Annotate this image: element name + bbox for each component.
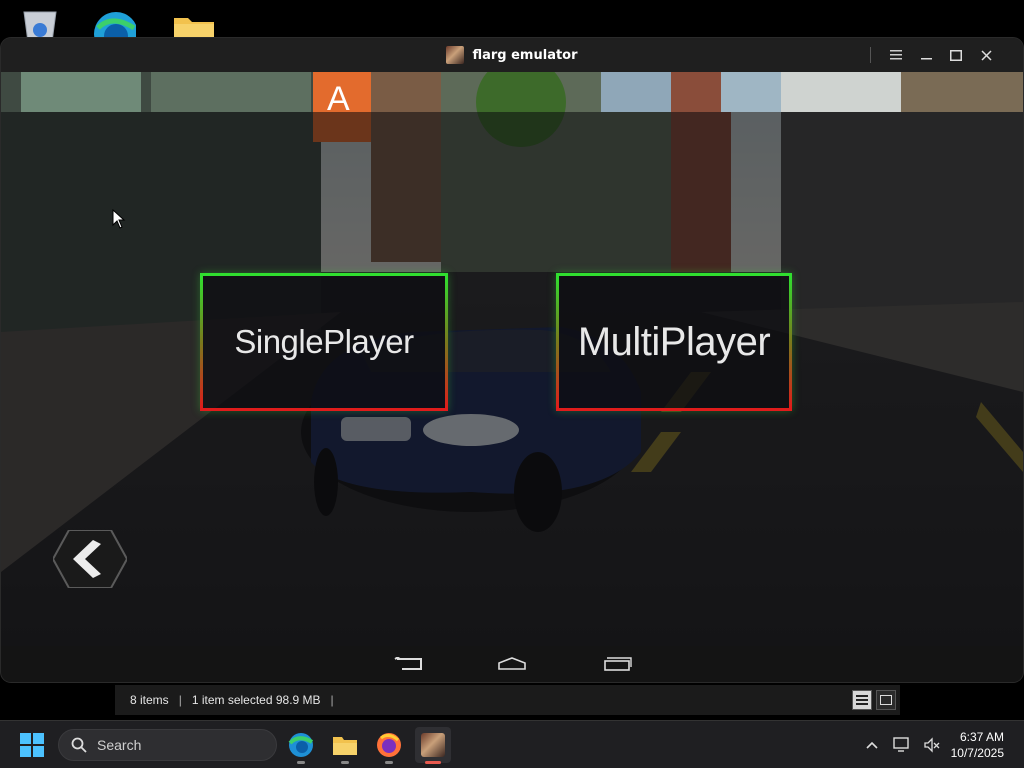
network-display-icon[interactable] <box>888 731 916 759</box>
multi-player-button[interactable]: MultiPlayer <box>556 273 792 411</box>
status-separator: | <box>178 693 182 707</box>
status-item-count: 8 items <box>130 693 169 707</box>
back-button[interactable] <box>51 529 129 589</box>
menu-icon[interactable] <box>881 38 911 72</box>
emulator-window: flarg emulator A SinglePlayer MultiPlaye… <box>1 38 1023 682</box>
menu-overlay-dim <box>1 112 1023 646</box>
clock-date: 10/7/2025 <box>950 746 1004 760</box>
status-separator: | <box>330 693 334 707</box>
firefox-icon <box>377 733 401 757</box>
nav-home-icon[interactable] <box>497 655 527 673</box>
recycle-bin-icon[interactable] <box>18 8 62 43</box>
folder-icon <box>333 737 357 755</box>
title-bar[interactable]: flarg emulator <box>1 38 1023 72</box>
window-title: flarg emulator <box>472 47 578 63</box>
edge-desktop-icon[interactable] <box>92 8 138 56</box>
status-selection: 1 item selected 98.9 MB <box>191 693 321 707</box>
back-arrow-icon <box>51 529 129 589</box>
close-icon[interactable] <box>971 38 1001 72</box>
edge-icon <box>288 733 314 757</box>
multi-player-label: MultiPlayer <box>577 319 771 364</box>
show-hidden-icons-chevron-icon[interactable] <box>858 731 886 759</box>
taskbar-file-explorer-button[interactable] <box>327 727 363 764</box>
android-nav-bar <box>1 646 1023 682</box>
taskbar-firefox-button[interactable] <box>371 727 407 764</box>
minimize-icon[interactable] <box>911 38 941 72</box>
clock-time: 6:37 AM <box>959 730 1004 744</box>
taskbar-edge-button[interactable] <box>283 727 319 764</box>
details-view-button[interactable] <box>852 690 872 710</box>
start-button[interactable] <box>14 727 50 763</box>
folder-desktop-icon[interactable] <box>172 8 216 42</box>
emulator-logo-icon <box>446 46 465 64</box>
large-icons-view-icon <box>880 695 892 705</box>
game-viewport[interactable]: A SinglePlayer MultiPlayer <box>1 72 1023 646</box>
details-view-icon <box>856 695 868 705</box>
nav-back-icon[interactable] <box>394 655 424 673</box>
single-player-button[interactable]: SinglePlayer <box>200 273 448 411</box>
windows-logo-icon <box>20 733 44 757</box>
taskbar-emulator-button[interactable] <box>415 727 451 764</box>
search-icon <box>71 737 87 753</box>
maximize-icon[interactable] <box>941 38 971 72</box>
nav-recent-apps-icon[interactable] <box>602 655 632 673</box>
explorer-status-bar: 8 items | 1 item selected 98.9 MB | <box>115 685 900 715</box>
system-clock[interactable]: 6:37 AM 10/7/2025 <box>948 729 1024 761</box>
search-placeholder: Search <box>97 737 142 753</box>
taskbar-search-box[interactable]: Search <box>58 729 277 761</box>
taskbar: Search 6:37 AM 10/7/2025 <box>0 720 1024 768</box>
mouse-cursor-icon <box>112 208 126 233</box>
single-player-label: SinglePlayer <box>234 323 414 360</box>
large-icons-view-button[interactable] <box>876 690 896 710</box>
volume-muted-icon[interactable] <box>918 731 946 759</box>
emulator-app-icon <box>421 733 445 757</box>
